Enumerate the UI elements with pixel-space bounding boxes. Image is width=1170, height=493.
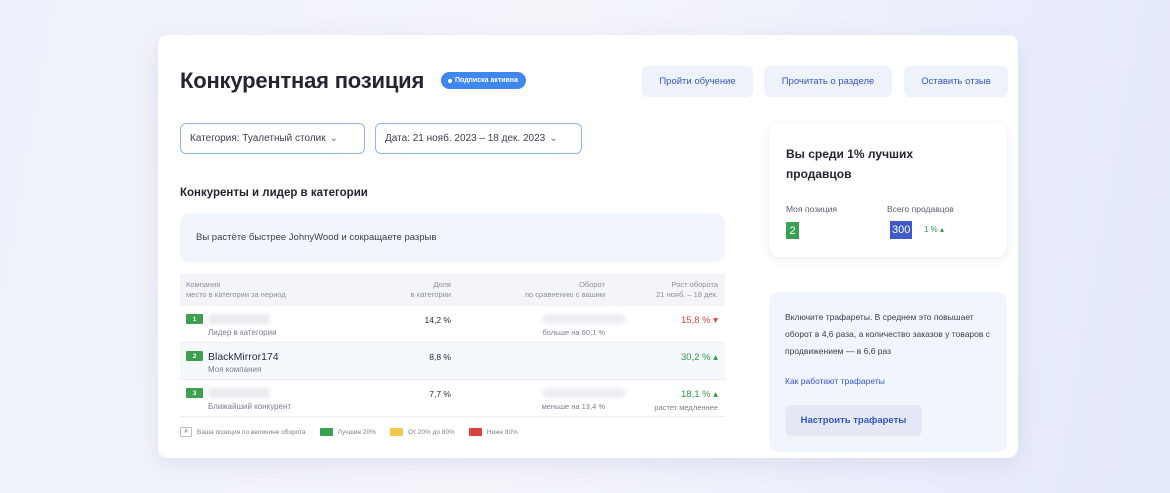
- position-box-icon: #: [180, 427, 192, 437]
- legend-label: Ваша позиция по величине оборота: [197, 428, 306, 436]
- competitors-section-title: Конкуренты и лидер в категории: [180, 187, 368, 199]
- position-card: Вы среди 1% лучших продавцов Моя позиция…: [769, 124, 1007, 257]
- company-role: Лидер в категории: [208, 328, 277, 337]
- legend-swatch-green: [319, 428, 333, 436]
- table-row[interactable]: 1 Лидер в категории 14,2 % больше на 60,…: [180, 306, 725, 343]
- legend-swatch-yellow: [389, 428, 403, 436]
- feedback-button[interactable]: Оставить отзыв: [904, 66, 1008, 97]
- share-value: 8,8 %: [429, 352, 451, 362]
- legend-item: Лучшие 20%: [319, 428, 376, 436]
- subscription-badge-label: Подписка активна: [455, 77, 518, 84]
- hidden-company-name: [208, 314, 270, 324]
- rank-badge: 1: [186, 314, 203, 324]
- table-header: Компания место в категории за период Дол…: [180, 274, 725, 306]
- growth-value: 15,8 % ▾: [681, 315, 718, 326]
- tutorial-button[interactable]: Пройти обучение: [642, 66, 753, 97]
- col-company: Компания место в категории за период: [186, 280, 286, 300]
- growth-note: растет медленнее: [654, 403, 718, 412]
- col-growth: Рост оборота 21 нояб. – 18 дек.: [656, 280, 718, 300]
- growth-value: 30,2 % ▴: [681, 352, 718, 363]
- how-stencils-work-link[interactable]: Как работают трафареты: [785, 376, 885, 386]
- legend-swatch-red: [468, 428, 482, 436]
- col-company-title: Компания: [186, 280, 221, 289]
- col-share: Доля в категории: [411, 280, 451, 300]
- percent-change: 1 % ▴: [924, 225, 945, 234]
- legend-label: Ниже 80%: [486, 428, 518, 436]
- subscription-badge: Подписка активна: [441, 72, 526, 89]
- rank-badge: 2: [186, 351, 203, 361]
- legend-label: Лучшие 20%: [337, 428, 376, 436]
- company-role: Моя компания: [208, 365, 262, 374]
- competitors-table: Компания место в категории за период Дол…: [180, 274, 725, 417]
- configure-stencils-button[interactable]: Настроить трафареты: [785, 405, 922, 436]
- col-turnover-title: Оборот: [579, 280, 605, 289]
- badge-dot-icon: [448, 78, 452, 83]
- turnover-note: меньше на 13,4 %: [541, 402, 605, 411]
- table-legend: # Ваша позиция по величине оборота Лучши…: [180, 426, 532, 438]
- hidden-company-name: [208, 388, 270, 398]
- table-row[interactable]: 2 BlackMirror174 Моя компания 8,8 % 30,2…: [180, 343, 725, 380]
- chevron-down-icon: ⌄: [549, 133, 558, 144]
- chevron-down-icon: ⌄: [329, 133, 339, 144]
- col-growth-title: Рост оборота: [671, 280, 718, 289]
- date-filter-label: Дата: 21 нояб. 2023 – 18 дек. 2023: [385, 133, 546, 144]
- col-turnover-sub: по сравнению с вашим: [524, 290, 605, 299]
- col-growth-sub: 21 нояб. – 18 дек.: [656, 290, 718, 299]
- my-position-label: Моя позиция: [786, 204, 837, 214]
- about-section-button[interactable]: Прочитать о разделе: [764, 66, 892, 97]
- category-filter[interactable]: Категория: Туалетный столик ⌄: [180, 123, 365, 154]
- company-role: Ближайший конкурент: [208, 402, 292, 411]
- promo-text: Включите трафареты. В среднем это повыша…: [785, 312, 991, 356]
- col-turnover: Оборот по сравнению с вашим: [525, 280, 605, 300]
- position-title: Вы среди 1% лучших продавцов: [786, 147, 914, 181]
- col-share-title: Доля: [433, 280, 451, 289]
- table-row[interactable]: 3 Ближайший конкурент 7,7 % меньше на 13…: [180, 380, 725, 417]
- company-name: BlackMirror174: [208, 351, 279, 363]
- rank-badge: 3: [186, 388, 203, 398]
- growth-value: 18,1 % ▴: [681, 389, 718, 400]
- total-sellers-value: 300: [890, 221, 913, 239]
- hidden-turnover: [543, 314, 625, 324]
- share-value: 14,2 %: [424, 315, 451, 325]
- growth-info-box: Вы растёте быстрее JohnyWood и сокращает…: [180, 213, 725, 262]
- competitive-position-card: Конкурентная позиция Подписка активна Пр…: [158, 35, 1018, 458]
- hidden-turnover: [543, 388, 625, 398]
- growth-info-text: Вы растёте быстрее JohnyWood и сокращает…: [196, 232, 437, 243]
- share-value: 7,7 %: [429, 389, 451, 399]
- page-title: Конкурентная позиция: [180, 68, 425, 93]
- total-sellers-label: Всего продавцов: [887, 204, 954, 214]
- promo-card: Включите трафареты. В среднем это повыша…: [769, 292, 1007, 452]
- legend-item: От 20% до 80%: [389, 428, 455, 436]
- my-position-value: 2: [786, 222, 799, 239]
- legend-item: Ниже 80%: [468, 428, 518, 436]
- date-filter[interactable]: Дата: 21 нояб. 2023 – 18 дек. 2023 ⌄: [375, 123, 582, 154]
- col-company-sub: место в категории за период: [186, 290, 286, 299]
- category-filter-label: Категория: Туалетный столик: [190, 133, 326, 144]
- turnover-note: больше на 60,1 %: [542, 328, 605, 337]
- col-share-sub: в категории: [410, 290, 451, 299]
- legend-item: # Ваша позиция по величине оборота: [180, 427, 306, 437]
- legend-label: От 20% до 80%: [407, 428, 455, 436]
